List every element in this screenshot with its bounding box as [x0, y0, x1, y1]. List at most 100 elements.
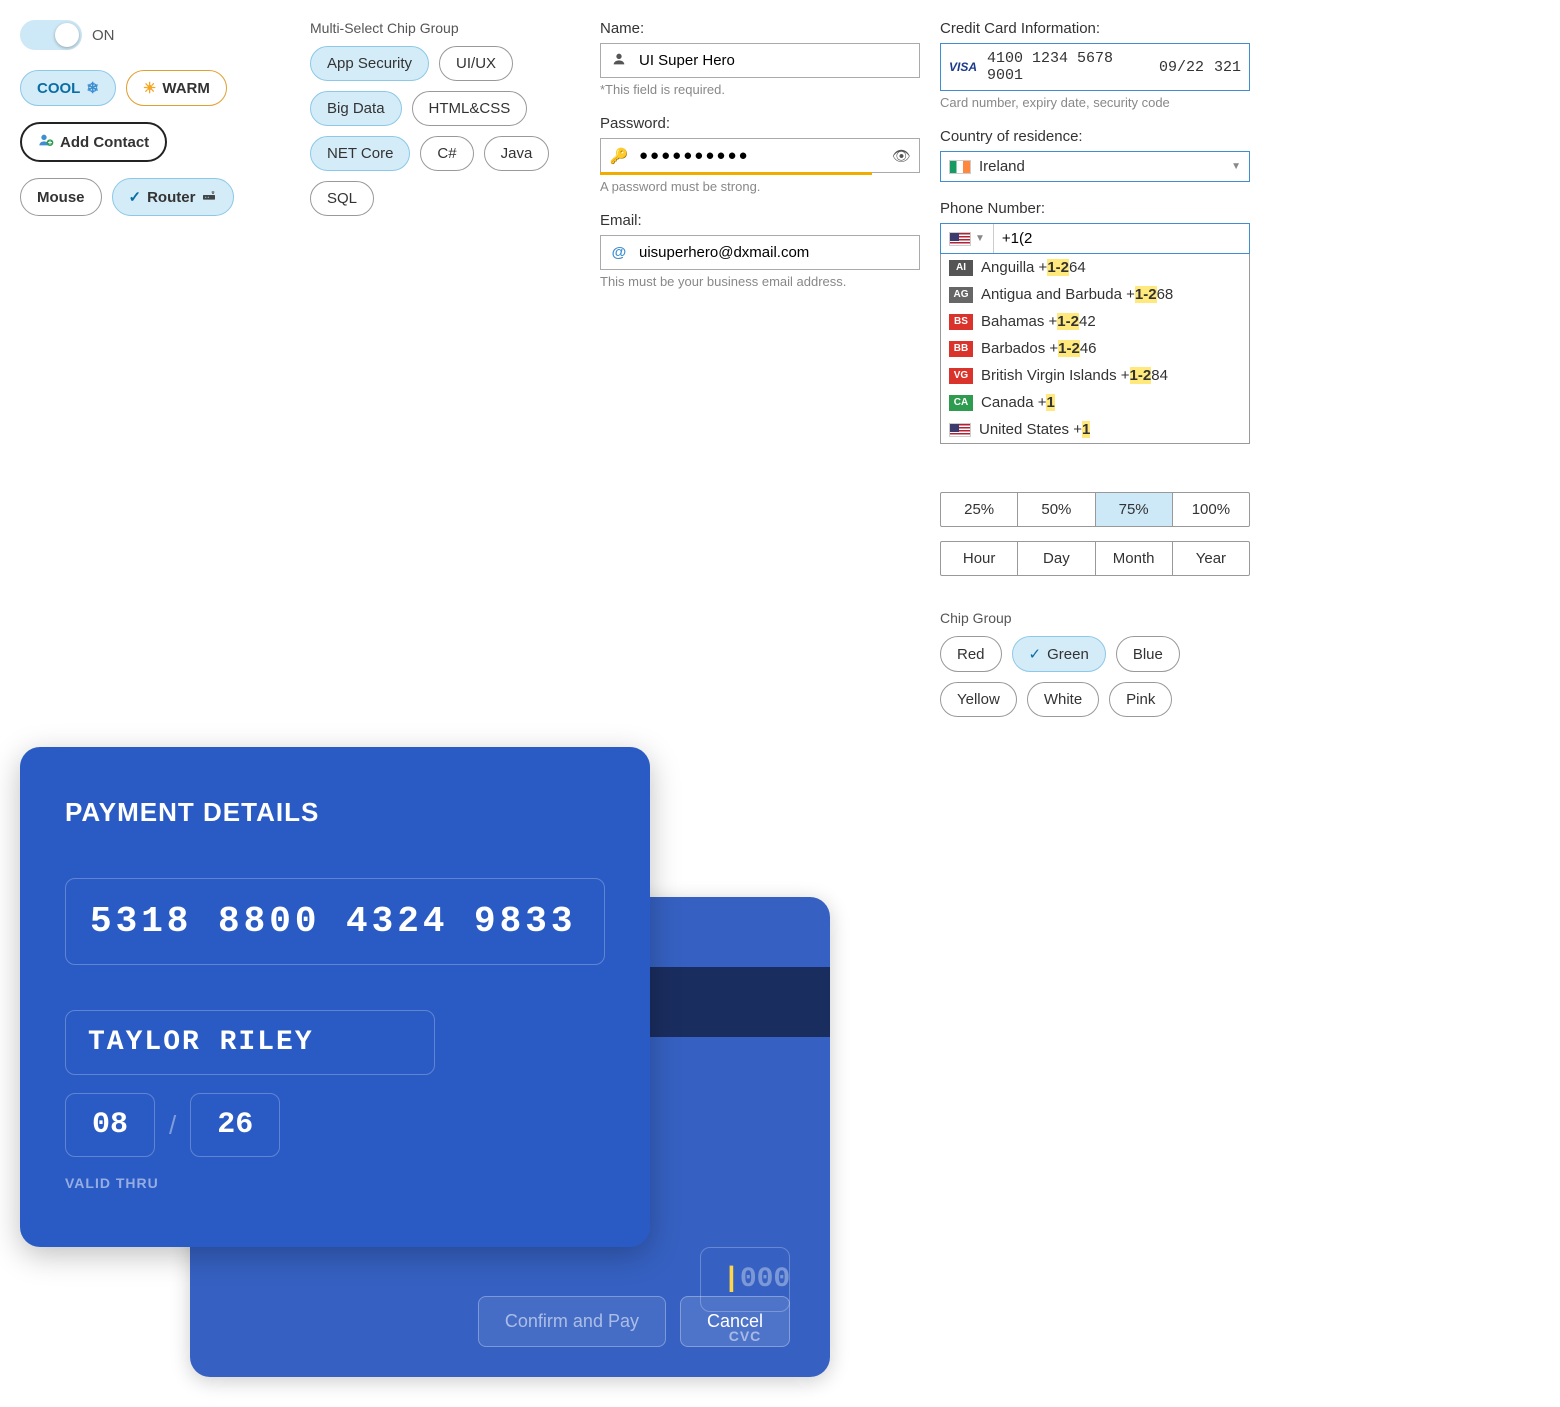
- valid-thru-label: VALID THRU: [65, 1175, 605, 1191]
- chip-pink[interactable]: Pink: [1109, 682, 1172, 717]
- phone-option-vg[interactable]: VGBritish Virgin Islands +1-284: [941, 362, 1249, 389]
- multi-chip-group: App Security UI/UX Big Data HTML&CSSNET Cor…: [310, 46, 580, 216]
- visa-icon: VISA: [949, 60, 977, 74]
- segment-50pct[interactable]: 50%: [1018, 493, 1095, 526]
- chip-green[interactable]: ✓ Green: [1012, 636, 1106, 672]
- multi-chip-title: Multi-Select Chip Group: [310, 20, 580, 36]
- chip-ui-ux[interactable]: UI/UX: [439, 46, 513, 81]
- phone-option-bb[interactable]: BBBarbados +1-246: [941, 335, 1249, 362]
- phone-input-wrap: ▼: [940, 223, 1250, 254]
- chip-white[interactable]: White: [1027, 682, 1099, 717]
- credit-card-front: PAYMENT DETAILS 5318 8800 4324 9833 TAYL…: [20, 747, 650, 1247]
- password-input-wrap[interactable]: 🔑 👁: [600, 138, 920, 173]
- chevron-down-icon: ▼: [975, 233, 985, 244]
- toggle-label: ON: [92, 27, 115, 44]
- phone-option-ai[interactable]: AIAnguilla +1-264: [941, 254, 1249, 281]
- mouse-chip[interactable]: Mouse: [20, 178, 102, 216]
- phone-option-ag[interactable]: AGAntigua and Barbuda +1-268: [941, 281, 1249, 308]
- segment-hour[interactable]: Hour: [941, 542, 1018, 575]
- router-icon: [201, 187, 217, 207]
- password-strength-bar: [600, 172, 872, 175]
- cc-cvv: 321: [1214, 59, 1241, 76]
- chevron-down-icon: ▼: [1231, 161, 1241, 172]
- country-code-badge: BB: [949, 341, 973, 357]
- us-flag-icon: [949, 423, 971, 437]
- phone-country-selector[interactable]: ▼: [941, 224, 994, 253]
- cc-input[interactable]: VISA 4100 1234 5678 9001 09/22 321: [940, 43, 1250, 91]
- add-contact-button[interactable]: Add Contact: [20, 122, 167, 162]
- sun-icon: ☀: [143, 79, 156, 97]
- router-chip[interactable]: ✓ Router: [112, 178, 235, 216]
- name-input[interactable]: [635, 50, 911, 71]
- country-code-badge: AG: [949, 287, 973, 303]
- phone-input[interactable]: [994, 224, 1249, 253]
- card-number-input[interactable]: 5318 8800 4324 9833: [65, 878, 605, 965]
- name-input-wrap[interactable]: [600, 43, 920, 78]
- email-input[interactable]: [635, 242, 911, 263]
- ireland-flag-icon: [949, 160, 971, 174]
- exp-year-input[interactable]: 26: [190, 1093, 280, 1157]
- country-value: Ireland: [979, 158, 1025, 175]
- check-icon: ✓: [1029, 645, 1042, 663]
- phone-dropdown: AIAnguilla +1-264AGAntigua and Barbuda +…: [940, 254, 1250, 444]
- chip-red[interactable]: Red: [940, 636, 1002, 672]
- phone-option-bs[interactable]: BSBahamas +1-242: [941, 308, 1249, 335]
- cool-button[interactable]: COOL ❄: [20, 70, 116, 106]
- segment-month[interactable]: Month: [1096, 542, 1173, 575]
- cardholder-name-input[interactable]: TAYLOR RILEY: [65, 1010, 435, 1075]
- chip-java[interactable]: Java: [484, 136, 550, 171]
- country-code-badge: VG: [949, 368, 973, 384]
- cool-label: COOL: [37, 80, 80, 97]
- percent-segment: 25%50%75%100%: [940, 492, 1250, 527]
- warm-button[interactable]: ☀ WARM: [126, 70, 227, 106]
- phone-option-us[interactable]: United States +1: [941, 416, 1249, 443]
- email-input-wrap[interactable]: @: [600, 235, 920, 270]
- phone-option-ca[interactable]: CACanada +1: [941, 389, 1249, 416]
- chip-group-title: Chip Group: [940, 610, 1250, 626]
- country-code-badge: CA: [949, 395, 973, 411]
- exp-month-input[interactable]: 08: [65, 1093, 155, 1157]
- chip-app-security[interactable]: App Security: [310, 46, 429, 81]
- chip-c-[interactable]: C#: [420, 136, 473, 171]
- password-label: Password:: [600, 115, 920, 132]
- email-label: Email:: [600, 212, 920, 229]
- check-icon: ✓: [129, 188, 142, 206]
- phone-label: Phone Number:: [940, 200, 1250, 217]
- segment-75pct[interactable]: 75%: [1096, 493, 1173, 526]
- add-contact-icon: [38, 132, 54, 152]
- us-flag-icon: [949, 232, 971, 246]
- cc-label: Credit Card Information:: [940, 20, 1250, 37]
- person-icon: [609, 51, 629, 71]
- color-chip-group: Red ✓ Green Blue Yellow White Pink: [940, 636, 1250, 717]
- country-code-badge: BS: [949, 314, 973, 330]
- cc-number: 4100 1234 5678 9001: [987, 50, 1149, 84]
- country-select[interactable]: Ireland ▼: [940, 151, 1250, 182]
- cancel-button[interactable]: Cancel: [680, 1296, 790, 1347]
- chip-blue[interactable]: Blue: [1116, 636, 1180, 672]
- name-hint: *This field is required.: [600, 82, 920, 97]
- email-hint: This must be your business email address…: [600, 274, 920, 289]
- exp-separator: /: [169, 1110, 176, 1141]
- name-label: Name:: [600, 20, 920, 37]
- chip-sql[interactable]: SQL: [310, 181, 374, 216]
- segment-25pct[interactable]: 25%: [941, 493, 1018, 526]
- toggle-switch[interactable]: [20, 20, 82, 50]
- chip-yellow[interactable]: Yellow: [940, 682, 1017, 717]
- cc-exp: 09/22: [1159, 59, 1204, 76]
- warm-label: WARM: [162, 80, 210, 97]
- add-contact-label: Add Contact: [60, 134, 149, 151]
- eye-icon[interactable]: 👁: [892, 147, 911, 165]
- confirm-pay-button[interactable]: Confirm and Pay: [478, 1296, 666, 1347]
- card-title: PAYMENT DETAILS: [65, 797, 605, 828]
- password-input[interactable]: [635, 145, 892, 166]
- chip-net-core[interactable]: NET Core: [310, 136, 410, 171]
- cc-hint: Card number, expiry date, security code: [940, 95, 1250, 110]
- period-segment: HourDayMonthYear: [940, 541, 1250, 576]
- snowflake-icon: ❄: [86, 79, 99, 97]
- chip-html-css[interactable]: HTML&CSS: [412, 91, 528, 126]
- password-hint: A password must be strong.: [600, 179, 920, 194]
- segment-100pct[interactable]: 100%: [1173, 493, 1249, 526]
- chip-big-data[interactable]: Big Data: [310, 91, 402, 126]
- segment-year[interactable]: Year: [1173, 542, 1249, 575]
- segment-day[interactable]: Day: [1018, 542, 1095, 575]
